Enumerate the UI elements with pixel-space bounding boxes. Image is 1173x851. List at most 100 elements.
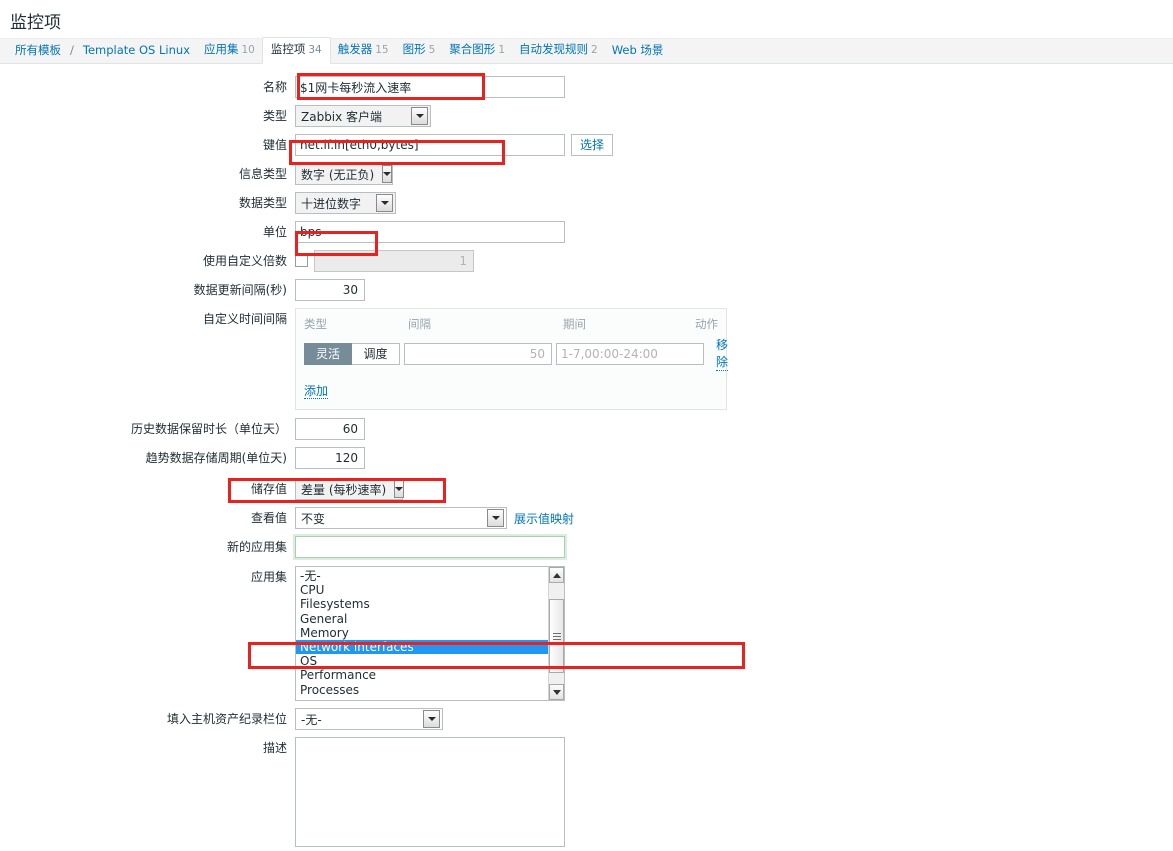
interval-type-toggle[interactable]: 灵活 调度 [304, 342, 400, 365]
scrollbar-thumb[interactable] [549, 599, 564, 673]
label-name: 名称 [262, 80, 287, 94]
scrollbar-grip-icon [552, 631, 561, 642]
toggle-scheduling[interactable]: 调度 [352, 342, 400, 365]
label-key: 键值 [262, 138, 287, 152]
inventory-field-select[interactable]: -无- [295, 708, 443, 730]
tab-screens[interactable]: 聚合图形 1 [442, 37, 512, 63]
applications-scrollbar[interactable] [548, 567, 564, 700]
list-item[interactable]: OS [296, 654, 548, 668]
type-select[interactable]: Zabbix 客户端 [295, 105, 431, 127]
column-header-type: 类型 [304, 317, 327, 331]
list-item[interactable]: Processes [296, 683, 548, 697]
custom-intervals-table: 类型 间隔 期间 动作 灵活 调度 移除 添加 [295, 308, 729, 410]
form-row-new-application: 新的应用集 [0, 536, 1173, 558]
label-store-value: 储存值 [250, 482, 287, 496]
custom-intervals-header: 类型 间隔 期间 动作 [304, 316, 718, 332]
form-row-value-type: 信息类型 数字 (无正负) [0, 163, 1173, 185]
tab-discovery-rules[interactable]: 自动发现规则 2 [512, 37, 605, 63]
label-type: 类型 [262, 109, 287, 123]
form-row-show-value: 查看值 不变 展示值映射 [0, 507, 1173, 529]
form-row-type: 类型 Zabbix 客户端 [0, 105, 1173, 127]
field-inventory-field: -无- [295, 708, 443, 730]
label-trends: 趋势数据存储周期(单位天) [145, 451, 287, 465]
field-applications: -无- CPU Filesystems General Memory Netwo… [295, 566, 565, 701]
scroll-down-icon[interactable] [549, 684, 564, 700]
name-input[interactable] [295, 76, 565, 98]
form-row-key: 键值 选择 [0, 134, 1173, 156]
value-type-select[interactable]: 数字 (无正负) [295, 163, 393, 185]
store-value-select[interactable]: 差量 (每秒速率) [295, 478, 405, 500]
form-row-name: 名称 [0, 76, 1173, 98]
store-value-select-value: 差量 (每秒速率) [301, 482, 387, 497]
tab-triggers-count: 15 [375, 44, 389, 56]
chevron-down-icon [376, 194, 393, 212]
list-item-selected[interactable]: Network interfaces [296, 639, 548, 655]
chevron-down-icon [382, 165, 393, 183]
column-header-action: 动作 [695, 317, 718, 331]
show-value-mapping-link[interactable]: 展示值映射 [514, 510, 574, 527]
label-update-interval: 数据更新间隔(秒) [193, 283, 287, 297]
list-item[interactable]: Filesystems [296, 597, 548, 611]
tab-discovery-rules-count: 2 [591, 44, 598, 56]
label-units: 单位 [262, 225, 287, 239]
label-custom-intervals: 自定义时间间隔 [202, 312, 287, 326]
scroll-up-icon[interactable] [549, 567, 564, 583]
interval-input[interactable] [404, 342, 552, 365]
select-key-button[interactable]: 选择 [571, 134, 614, 156]
field-units [295, 221, 565, 243]
list-item[interactable]: Performance [296, 668, 548, 682]
tab-screens-count: 1 [498, 44, 505, 56]
list-item[interactable]: CPU [296, 583, 548, 597]
tab-web-scenarios[interactable]: Web 场景 [605, 38, 671, 63]
key-input[interactable] [295, 134, 565, 156]
tab-graphs[interactable]: 图形 5 [396, 37, 443, 63]
applications-listbox[interactable]: -无- CPU Filesystems General Memory Netwo… [295, 566, 565, 701]
show-value-select-value: 不变 [301, 511, 326, 526]
multiplier-checkbox[interactable] [295, 254, 308, 267]
tab-items[interactable]: 监控项 34 [261, 37, 331, 64]
tab-items-count: 34 [308, 44, 322, 56]
period-input[interactable] [556, 342, 704, 365]
data-type-select[interactable]: 十进位数字 [295, 192, 396, 214]
form-row-data-type: 数据类型 十进位数字 [0, 192, 1173, 214]
label-data-type: 数据类型 [238, 196, 287, 210]
add-interval-link[interactable]: 添加 [304, 384, 329, 399]
type-select-value: Zabbix 客户端 [301, 109, 383, 124]
breadcrumb-item-all-templates[interactable]: 所有模板 [8, 38, 68, 63]
toggle-flexible[interactable]: 灵活 [304, 342, 352, 365]
form-row-history: 历史数据保留时长（单位天） [0, 418, 1173, 440]
field-trends [295, 447, 365, 469]
tab-applications[interactable]: 应用集 10 [197, 37, 262, 63]
column-header-period: 期间 [563, 317, 586, 331]
breadcrumb-item-template[interactable]: Template OS Linux [76, 38, 197, 63]
label-inventory-field: 填入主机资产纪录栏位 [166, 712, 287, 726]
list-item[interactable]: Memory [296, 626, 548, 640]
tab-triggers[interactable]: 触发器 15 [331, 37, 396, 63]
multiplier-input [314, 250, 474, 272]
show-value-select[interactable]: 不变 [295, 507, 507, 529]
history-input[interactable] [295, 418, 365, 440]
units-input[interactable] [295, 221, 565, 243]
form-row-multiplier: 使用自定义倍数 [0, 250, 1173, 272]
chevron-down-icon [411, 107, 428, 125]
inventory-field-select-value: -无- [301, 712, 322, 727]
column-header-interval: 间隔 [408, 317, 431, 331]
description-textarea[interactable] [295, 737, 565, 847]
custom-interval-row: 灵活 调度 移除 [304, 336, 729, 371]
remove-interval-link[interactable]: 移除 [716, 336, 729, 371]
chevron-down-icon [423, 710, 440, 728]
list-item[interactable]: General [296, 612, 548, 626]
list-item[interactable]: -无- [296, 569, 548, 583]
field-custom-intervals: 类型 间隔 期间 动作 灵活 调度 移除 添加 [295, 308, 729, 410]
label-value-type: 信息类型 [238, 167, 287, 181]
form-row-custom-intervals: 自定义时间间隔 类型 间隔 期间 动作 灵活 调度 移除 [0, 308, 1173, 410]
trends-input[interactable] [295, 447, 365, 469]
field-description [295, 737, 565, 851]
scrollbar-track[interactable] [549, 583, 564, 684]
update-interval-input[interactable] [295, 279, 365, 301]
applications-options: -无- CPU Filesystems General Memory Netwo… [296, 567, 548, 700]
new-application-input[interactable] [295, 536, 565, 558]
label-show-value: 查看值 [250, 511, 287, 525]
value-type-select-value: 数字 (无正负) [301, 167, 375, 182]
field-multiplier [295, 250, 474, 272]
